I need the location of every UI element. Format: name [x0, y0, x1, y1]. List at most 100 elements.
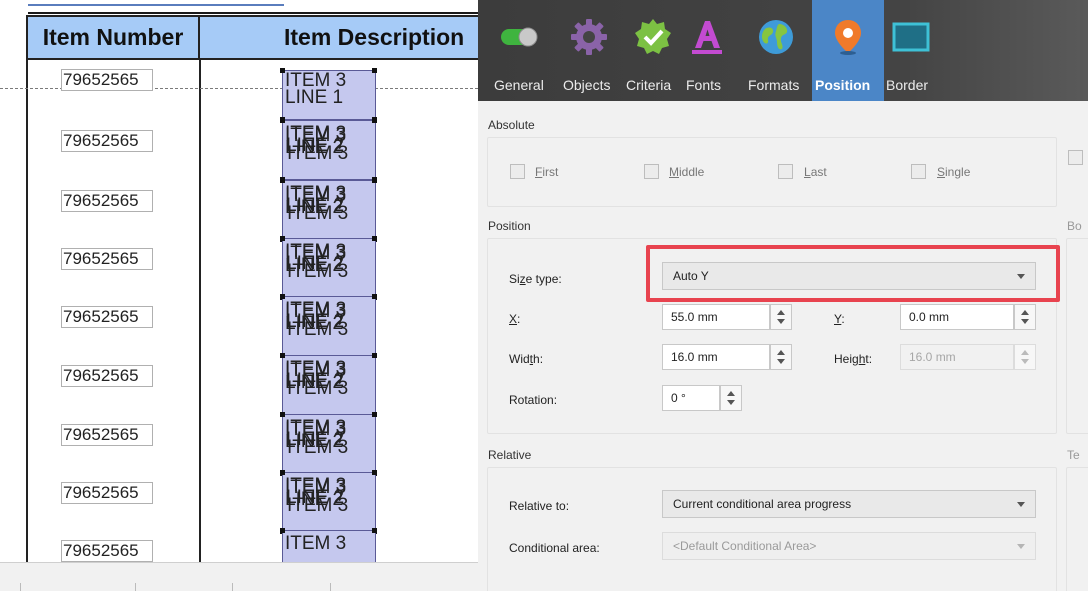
item-description-field[interactable]: ITEM 3 LINE 2 ITEM 3 LINE 2 ITEM 3: [282, 414, 376, 474]
border-rectangle-icon: [892, 22, 930, 52]
resize-handle[interactable]: [280, 68, 285, 73]
description-line-overlap: ITEM 3: [287, 495, 349, 516]
y-spinner[interactable]: [1014, 304, 1036, 330]
checkbox-cut-off[interactable]: [1068, 150, 1083, 165]
resize-handle[interactable]: [372, 68, 377, 73]
resize-handle[interactable]: [280, 118, 285, 123]
item-number-cell[interactable]: 79652565: [61, 306, 153, 328]
resize-handle[interactable]: [372, 178, 377, 183]
font-a-icon: [692, 21, 722, 54]
rotation-spinner[interactable]: [720, 385, 742, 411]
tab-position[interactable]: Position: [812, 0, 884, 101]
item-number-cell[interactable]: 79652565: [61, 190, 153, 212]
spin-up-icon: [777, 310, 785, 315]
resize-handle[interactable]: [280, 178, 285, 183]
resize-handle[interactable]: [280, 353, 285, 358]
item-number-cell[interactable]: 79652565: [61, 69, 153, 91]
spin-up-icon: [777, 350, 785, 355]
box-group: [1066, 238, 1088, 434]
tab-formats[interactable]: Formats: [743, 0, 807, 101]
item-description-field[interactable]: ITEM 3 LINE 2 ITEM 3 LINE 2 ITEM 3: [282, 180, 376, 240]
checkbox-single[interactable]: [911, 164, 926, 179]
tab-general[interactable]: General: [490, 0, 558, 101]
resize-handle[interactable]: [280, 412, 285, 417]
properties-toolbar: General Objects Criteria Fonts Formats P…: [478, 0, 1088, 101]
item-description-field[interactable]: ITEM 3 LINE 2 ITEM 3 LINE 2 ITEM 3: [282, 238, 376, 298]
resize-handle[interactable]: [280, 528, 285, 533]
checkbox-middle[interactable]: [644, 164, 659, 179]
resize-handle[interactable]: [280, 236, 285, 241]
tab-border-label: Border: [886, 77, 929, 93]
section-relative-title: Relative: [488, 448, 532, 462]
height-input: 16.0 mm: [900, 344, 1014, 370]
header-item-description[interactable]: Item Description: [200, 15, 478, 60]
tab-border[interactable]: Border: [885, 0, 937, 101]
chevron-down-icon: [1017, 544, 1025, 549]
tab-fonts[interactable]: Fonts: [683, 0, 727, 101]
tab-objects[interactable]: Objects: [560, 0, 622, 101]
description-line: ITEM 3: [285, 533, 347, 554]
spin-up-icon: [1021, 350, 1029, 355]
item-description-field[interactable]: ITEM 3 LINE 2 ITEM 3 LINE 2 ITEM 3: [282, 355, 376, 415]
header-item-number[interactable]: Item Number: [26, 15, 200, 60]
relative-group: [487, 467, 1057, 591]
item-description-field[interactable]: ITEM 3 LINE 2 ITEM 3 LINE 2 ITEM 3: [282, 296, 376, 356]
badge-check-icon: [635, 19, 671, 54]
relative-to-select[interactable]: Current conditional area progress: [662, 490, 1036, 518]
width-spinner[interactable]: [770, 344, 792, 370]
checkbox-first[interactable]: [510, 164, 525, 179]
resize-handle[interactable]: [372, 470, 377, 475]
spin-down-icon: [1021, 319, 1029, 324]
resize-handle[interactable]: [372, 353, 377, 358]
conditional-area-value: <Default Conditional Area>: [673, 539, 817, 553]
x-input[interactable]: 55.0 mm: [662, 304, 770, 330]
checkbox-last-label: Last: [804, 165, 827, 179]
resize-handle[interactable]: [372, 294, 377, 299]
item-number-cell[interactable]: 79652565: [61, 130, 153, 152]
item-number-cell[interactable]: 79652565: [61, 482, 153, 504]
checkbox-single-label: Single: [937, 165, 971, 179]
resize-handle[interactable]: [372, 528, 377, 533]
width-label: Width:: [509, 352, 544, 366]
rotation-input[interactable]: 0 °: [662, 385, 720, 411]
description-line-overlap: ITEM 3: [287, 261, 349, 282]
item-number-cell[interactable]: 79652565: [61, 365, 153, 387]
item-number-cell[interactable]: 79652565: [61, 424, 153, 446]
x-spinner[interactable]: [770, 304, 792, 330]
item-description-field[interactable]: ITEM 3 LINE 1: [282, 70, 376, 120]
checkbox-last[interactable]: [778, 164, 793, 179]
column-divider: [199, 60, 201, 591]
item-description-field[interactable]: ITEM 3 LINE 2 ITEM 3 LINE 2 ITEM 3: [282, 472, 376, 532]
height-label: Height:: [834, 352, 873, 366]
y-input[interactable]: 0.0 mm: [900, 304, 1014, 330]
resize-handle[interactable]: [372, 412, 377, 417]
size-type-label: Size type:: [509, 272, 562, 286]
annotation-highlight-box: [646, 245, 1060, 302]
column-divider: [26, 60, 28, 591]
item-number-cell[interactable]: 79652565: [61, 540, 153, 562]
resize-handle[interactable]: [280, 294, 285, 299]
tab-formats-label: Formats: [748, 77, 800, 93]
spin-up-icon: [727, 391, 735, 396]
tab-criteria[interactable]: Criteria: [625, 0, 681, 101]
description-line-overlap: ITEM 3: [287, 319, 349, 340]
chevron-down-icon: [1017, 502, 1025, 507]
height-spinner: [1014, 344, 1036, 370]
globe-icon: [759, 20, 793, 54]
band-separator: [28, 0, 478, 14]
width-input[interactable]: 16.0 mm: [662, 344, 770, 370]
description-line-overlap: ITEM 3: [287, 203, 349, 224]
item-number-cell[interactable]: 79652565: [61, 248, 153, 270]
conditional-area-select: <Default Conditional Area>: [662, 532, 1036, 560]
spin-down-icon: [777, 359, 785, 364]
absolute-group: [487, 137, 1057, 207]
resize-handle[interactable]: [280, 470, 285, 475]
resize-handle[interactable]: [372, 236, 377, 241]
tab-objects-label: Objects: [563, 77, 611, 93]
item-description-field[interactable]: ITEM 3 LINE 2 ITEM 3 LINE 2 ITEM 3: [282, 120, 376, 180]
resize-handle[interactable]: [372, 118, 377, 123]
description-line-overlap: ITEM 3: [287, 378, 349, 399]
conditional-area-label: Conditional area:: [509, 541, 600, 555]
report-canvas[interactable]: Item Number Item Description 79652565 ITE…: [0, 0, 478, 591]
spin-down-icon: [777, 319, 785, 324]
